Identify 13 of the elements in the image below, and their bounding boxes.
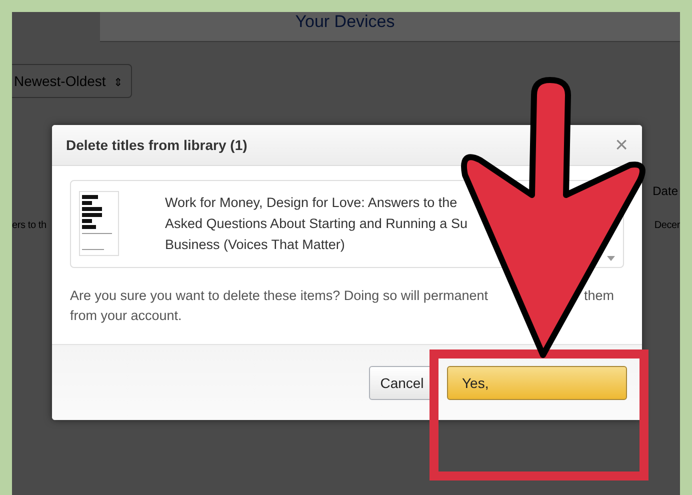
table-cell: Decer — [654, 220, 680, 231]
book-title-line: Work for Money, Design for Love: Answers to the — [165, 194, 458, 212]
message-text: Are you sure you want to delete these items? Doing so will permanent — [70, 287, 488, 305]
dialog-title: Delete titles from library (1) — [66, 137, 248, 153]
book-title-line: Business (Voices That Matter) — [165, 236, 346, 254]
table-cell: ers to th — [12, 220, 46, 231]
book-title-line: Asked Questions About Starting and Running a Su — [165, 215, 468, 233]
column-heading: Date — [652, 184, 678, 198]
scroll-down-icon — [607, 256, 615, 261]
message-text: them — [584, 287, 614, 305]
page-heading: Your Devices — [295, 12, 395, 32]
confirm-button[interactable]: Yes, — [447, 366, 627, 400]
message-text: from your account. — [70, 307, 182, 325]
